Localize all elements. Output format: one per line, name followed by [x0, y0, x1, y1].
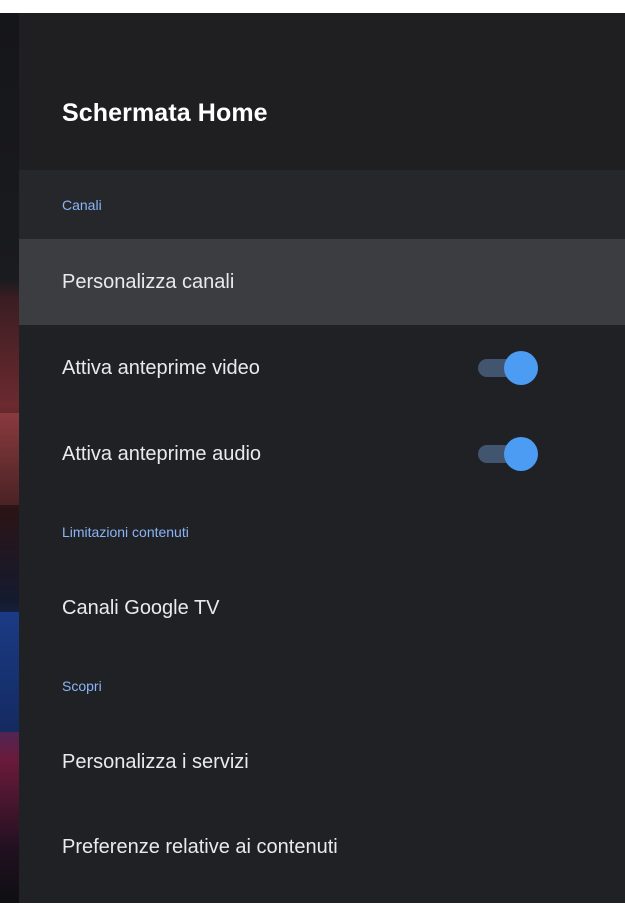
- toggle-thumb: [504, 351, 538, 385]
- background-content-thumbnail: [0, 413, 19, 505]
- menu-item-personalizza-i-servizi[interactable]: Personalizza i servizi: [19, 719, 625, 805]
- section-label-canali: Canali: [19, 170, 625, 239]
- panel-header: Schermata Home: [19, 13, 625, 170]
- menu-item-label: Personalizza i servizi: [62, 750, 249, 773]
- menu-item-label: Personalizza canali: [62, 270, 235, 293]
- section-label-limitazioni-contenuti: Limitazioni contenuti: [62, 524, 189, 540]
- menu-item-personalizza-canali[interactable]: Personalizza canali: [19, 239, 625, 325]
- toggle-thumb: [504, 437, 538, 471]
- audio-preview-toggle[interactable]: [478, 437, 539, 471]
- section-label-scopri: Scopri: [62, 678, 102, 694]
- menu-item-attiva-anteprime-audio[interactable]: Attiva anteprime audio: [19, 411, 625, 497]
- menu-item-preferenze-contenuti[interactable]: Preferenze relative ai contenuti: [19, 805, 625, 889]
- menu-item-label: Attiva anteprime video: [62, 356, 260, 379]
- menu-item-canali-google-tv[interactable]: Canali Google TV: [19, 565, 625, 651]
- background-content-thumbnail: [0, 612, 19, 732]
- video-preview-toggle[interactable]: [478, 351, 539, 385]
- menu-item-label: Canali Google TV: [62, 596, 220, 619]
- settings-panel: Schermata Home Canali Personalizza canal…: [19, 13, 625, 903]
- menu-item-label: Attiva anteprime audio: [62, 442, 262, 465]
- menu-item-label: Preferenze relative ai contenuti: [62, 835, 338, 858]
- page-title: Schermata Home: [62, 99, 268, 127]
- menu-item-attiva-anteprime-video[interactable]: Attiva anteprime video: [19, 325, 625, 411]
